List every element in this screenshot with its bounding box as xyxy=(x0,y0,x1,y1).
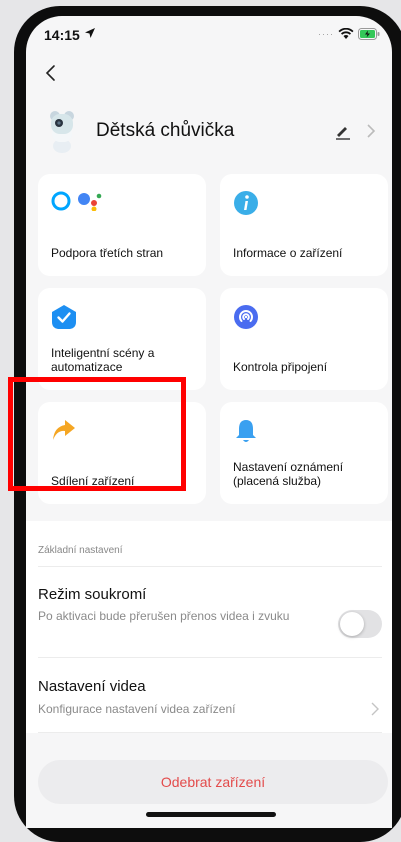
chevron-right-icon xyxy=(371,702,379,716)
basic-settings-section: Základní nastavení Režim soukromí Po akt… xyxy=(26,521,392,733)
status-time: 14:15 xyxy=(44,27,80,43)
divider xyxy=(38,566,382,567)
chevron-right-icon[interactable] xyxy=(364,122,378,140)
video-settings-title: Nastavení videa xyxy=(38,678,146,695)
status-bar: 14:15 ···· xyxy=(26,16,392,54)
section-title: Základní nastavení xyxy=(38,545,123,556)
divider xyxy=(38,732,382,733)
status-indicators: ···· xyxy=(318,28,380,40)
video-settings-description: Konfigurace nastavení videa zařízení xyxy=(38,702,236,716)
back-icon[interactable] xyxy=(36,58,66,88)
smart-scenes-card[interactable]: Inteligentní scény a automatizace xyxy=(38,288,206,390)
bell-icon xyxy=(236,420,256,442)
remove-device-button[interactable]: Odebrat zařízení xyxy=(38,760,388,804)
smart-scene-icon xyxy=(52,305,76,329)
privacy-mode-description: Po aktivaci bude přerušen přenos videa i… xyxy=(38,609,290,623)
edit-icon[interactable] xyxy=(334,122,352,140)
google-assistant-icon xyxy=(78,193,102,211)
device-info-label: Informace o zařízení xyxy=(233,246,343,260)
third-party-support-card[interactable]: Podpora třetích stran xyxy=(38,174,206,276)
signal-dots-icon: ···· xyxy=(318,29,334,39)
toggle-knob xyxy=(340,612,364,636)
privacy-mode-toggle[interactable] xyxy=(338,610,382,638)
info-icon xyxy=(234,191,258,215)
divider xyxy=(38,657,382,658)
notification-settings-label: Nastavení oznámení (placená služba) xyxy=(233,460,344,488)
device-header[interactable]: Dětská chůvička xyxy=(26,108,392,158)
privacy-mode-title: Režim soukromí xyxy=(38,586,147,603)
connection-icon xyxy=(234,305,258,329)
baby-monitor-icon xyxy=(50,111,74,153)
alexa-icon xyxy=(51,191,71,211)
connection-check-label: Kontrola připojení xyxy=(233,360,328,374)
device-name: Dětská chůvička xyxy=(96,120,235,141)
connection-check-card[interactable]: Kontrola připojení xyxy=(220,288,388,390)
wifi-icon xyxy=(338,28,354,39)
third-party-icons xyxy=(51,190,103,212)
home-indicator xyxy=(146,812,276,817)
battery-icon xyxy=(358,28,380,40)
third-party-support-label: Podpora třetích stran xyxy=(51,246,164,260)
smart-scenes-label: Inteligentní scény a automatizace xyxy=(51,346,155,374)
device-info-card[interactable]: Informace o zařízení xyxy=(220,174,388,276)
notification-settings-card[interactable]: Nastavení oznámení (placená služba) xyxy=(220,402,388,504)
location-arrow-icon xyxy=(85,28,95,38)
highlight-box xyxy=(8,377,186,491)
